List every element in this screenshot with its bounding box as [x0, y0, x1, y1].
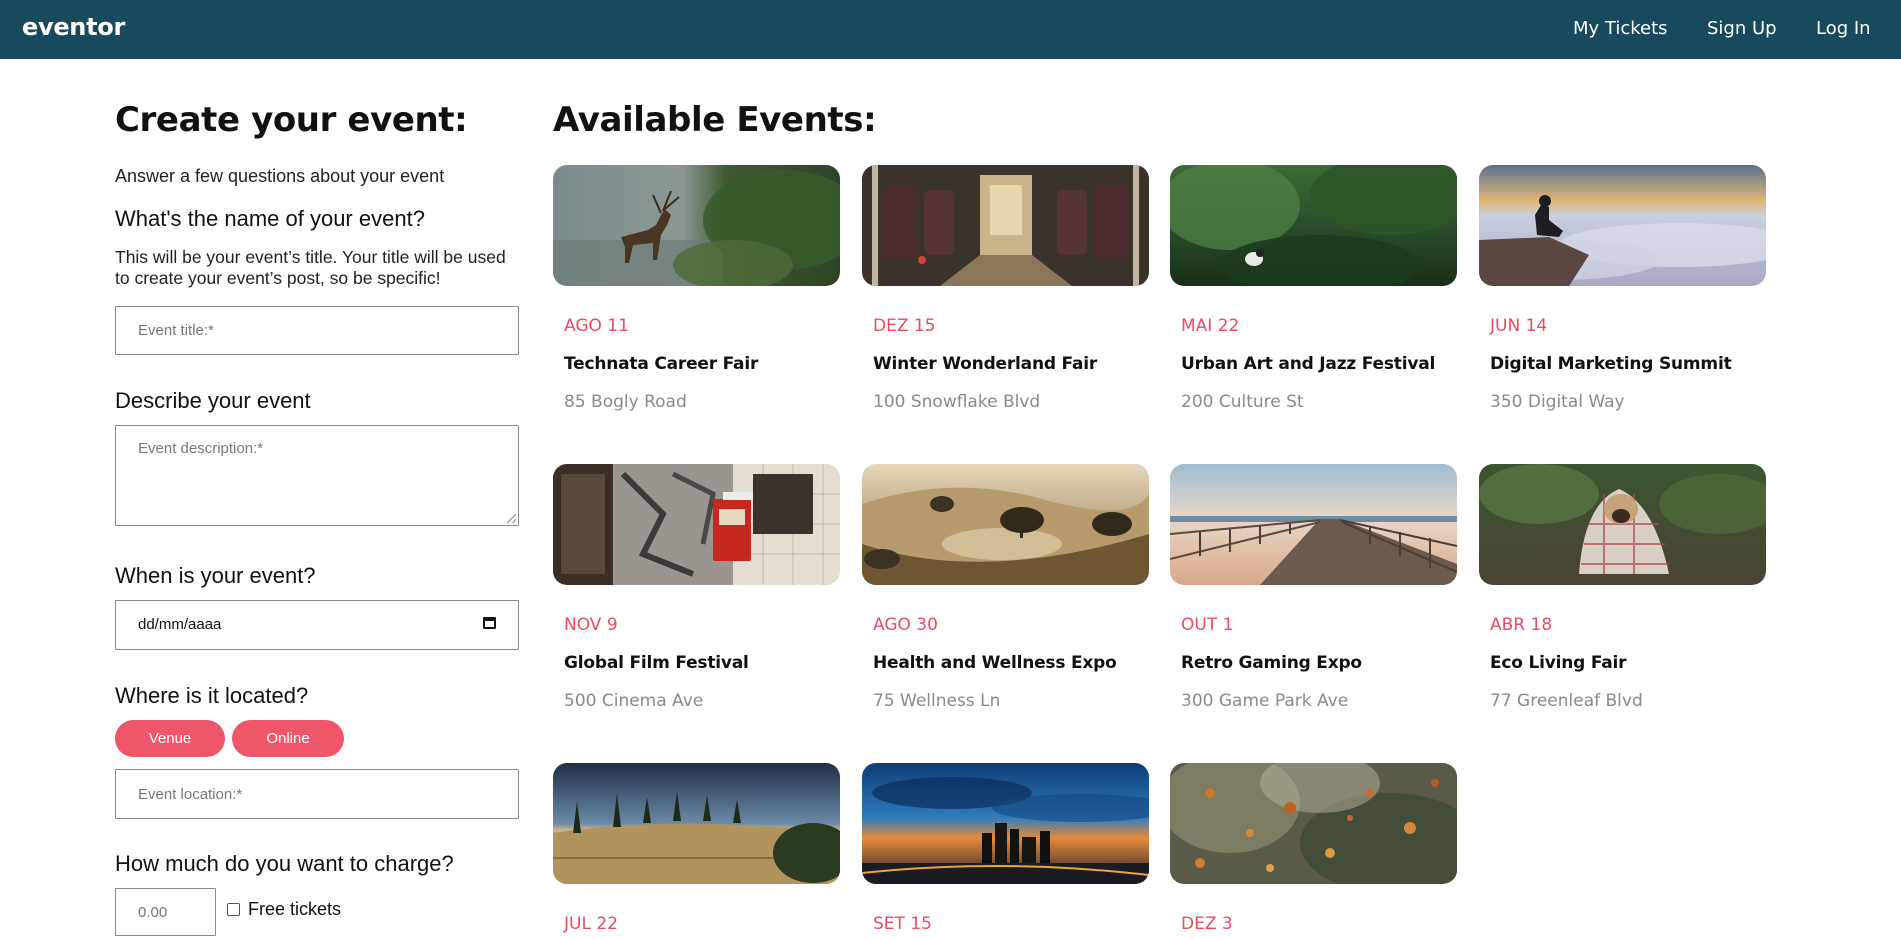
venue-button[interactable]: Venue	[115, 720, 225, 757]
event-image-man-above-clouds[interactable]	[1479, 165, 1766, 286]
event-image-pier-beach[interactable]	[1170, 464, 1457, 585]
event-description-wrapper	[115, 425, 519, 526]
event-date-question: When is your event?	[115, 563, 316, 588]
event-image-forest-animal[interactable]	[1170, 165, 1457, 286]
ticket-price-question: How much do you want to charge?	[115, 851, 454, 876]
event-address: 300 Game Park Ave	[1181, 691, 1349, 711]
event-date: SET 15	[873, 914, 932, 934]
online-button[interactable]: Online	[232, 720, 344, 757]
event-date: MAI 22	[1181, 316, 1240, 336]
event-image-pug-in-blanket[interactable]	[1479, 464, 1766, 585]
event-date: ABR 18	[1490, 615, 1553, 635]
available-events-heading: Available Events:	[553, 100, 877, 140]
event-address: 75 Wellness Ln	[873, 691, 1001, 711]
event-title-input[interactable]	[115, 306, 519, 355]
free-tickets-checkbox[interactable]	[227, 903, 240, 916]
brand-logo[interactable]: eventor	[22, 13, 125, 41]
nav-sign-up-link[interactable]: Sign Up	[1707, 18, 1777, 39]
form-intro-text: Answer a few questions about your event	[115, 166, 445, 186]
event-image-city-skyline-sunset[interactable]	[862, 763, 1149, 884]
event-image-red-mailbox[interactable]	[553, 464, 840, 585]
ticket-price-input[interactable]	[115, 888, 216, 936]
top-navbar: eventor My Tickets Sign Up Log In	[0, 0, 1901, 59]
event-title[interactable]: Winter Wonderland Fair	[873, 354, 1097, 374]
event-location-question: Where is it located?	[115, 683, 309, 708]
event-date: DEZ 15	[873, 316, 936, 336]
event-date-input[interactable]: dd/mm/aaaa	[115, 600, 519, 650]
describe-event-question: Describe your event	[115, 388, 311, 413]
event-date: DEZ 3	[1181, 914, 1233, 934]
event-date: JUL 22	[564, 914, 618, 934]
event-image-deer-in-stream[interactable]	[553, 165, 840, 286]
nav-log-in-link[interactable]: Log In	[1816, 18, 1871, 39]
event-image-cypress-hill[interactable]	[553, 763, 840, 884]
event-date: OUT 1	[1181, 615, 1234, 635]
event-date: JUN 14	[1490, 316, 1548, 336]
event-title[interactable]: Health and Wellness Expo	[873, 653, 1117, 673]
event-image-autumn-leaves[interactable]	[1170, 763, 1457, 884]
nav-my-tickets-link[interactable]: My Tickets	[1573, 18, 1668, 39]
free-tickets-label[interactable]: Free tickets	[248, 899, 341, 920]
event-date: AGO 11	[564, 316, 629, 336]
date-input-value: dd/mm/aaaa	[138, 616, 222, 633]
event-title[interactable]: Global Film Festival	[564, 653, 749, 673]
resize-grip-icon[interactable]	[507, 514, 516, 523]
event-name-help-text: This will be your event’s title. Your ti…	[115, 247, 506, 288]
event-name-question: What's the name of your event?	[115, 206, 425, 231]
event-title[interactable]: Urban Art and Jazz Festival	[1181, 354, 1435, 374]
event-address: 200 Culture St	[1181, 392, 1304, 412]
event-address: 77 Greenleaf Blvd	[1490, 691, 1643, 711]
create-event-heading: Create your event:	[115, 100, 468, 140]
event-image-savanna-hills[interactable]	[862, 464, 1149, 585]
event-title[interactable]: Retro Gaming Expo	[1181, 653, 1362, 673]
event-date: NOV 9	[564, 615, 618, 635]
event-title[interactable]: Eco Living Fair	[1490, 653, 1627, 673]
event-title[interactable]: Digital Marketing Summit	[1490, 354, 1732, 374]
event-image-bus-interior[interactable]	[862, 165, 1149, 286]
event-location-input[interactable]	[115, 769, 519, 819]
event-address: 100 Snowflake Blvd	[873, 392, 1041, 412]
event-address: 500 Cinema Ave	[564, 691, 704, 711]
event-description-textarea[interactable]	[115, 425, 519, 526]
event-title[interactable]: Technata Career Fair	[564, 354, 758, 374]
event-address: 85 Bogly Road	[564, 392, 687, 412]
event-address: 350 Digital Way	[1490, 392, 1625, 412]
calendar-icon[interactable]	[483, 617, 496, 629]
event-date: AGO 30	[873, 615, 938, 635]
